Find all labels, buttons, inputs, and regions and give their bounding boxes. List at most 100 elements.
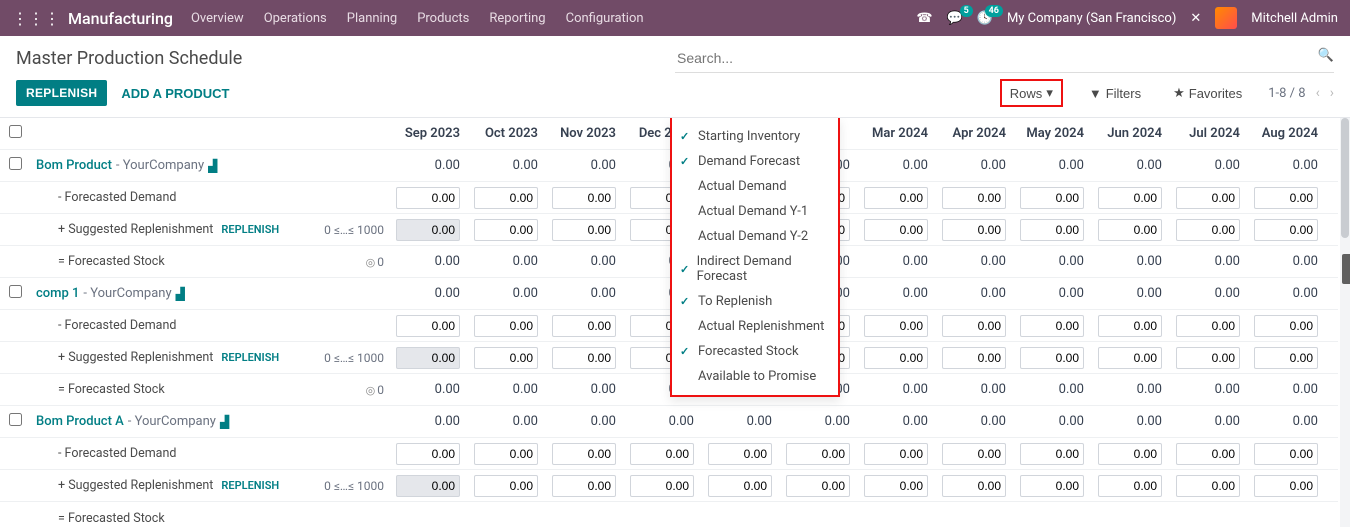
replenish-tag[interactable]: REPLENISH [221,479,279,492]
cell-input[interactable] [942,475,1006,497]
cell-input[interactable] [630,443,694,465]
cell-input[interactable] [864,475,928,497]
cell-input[interactable] [864,219,928,241]
chart-icon[interactable]: ▟ [220,415,229,429]
rows-menu-item[interactable]: ✓Demand Forecast [672,149,838,174]
rows-menu-item[interactable]: Actual Demand Y-2 [672,224,838,249]
product-link[interactable]: Bom Product [36,158,112,173]
cell-input[interactable] [396,475,460,497]
filters-button[interactable]: ▼Filters [1083,82,1147,105]
cell-input[interactable] [1176,347,1240,369]
cell-input[interactable] [474,475,538,497]
nav-products[interactable]: Products [417,11,469,26]
cell-input[interactable] [474,443,538,465]
cell-input[interactable] [786,443,850,465]
product-link[interactable]: Bom Product A [36,414,124,429]
cell-input[interactable] [552,187,616,209]
messages-icon[interactable]: 💬5 [947,11,963,26]
cell-input[interactable] [1254,187,1318,209]
row-checkbox[interactable] [9,413,22,426]
cell-input[interactable] [942,315,1006,337]
replenish-button[interactable]: REPLENISH [16,80,107,106]
rows-dropdown-button[interactable]: Rows▾ [1000,79,1063,107]
user-avatar[interactable] [1215,7,1237,29]
nav-reporting[interactable]: Reporting [489,11,545,26]
cell-input[interactable] [864,187,928,209]
user-name[interactable]: Mitchell Admin [1251,11,1338,26]
vertical-scrollbar-track[interactable] [1340,118,1350,527]
cell-input[interactable] [1020,187,1084,209]
cell-input[interactable] [1254,219,1318,241]
cell-input[interactable] [396,347,460,369]
cell-input[interactable] [1176,475,1240,497]
chart-icon[interactable]: ▟ [176,287,185,301]
vertical-scrollbar-thumb[interactable] [1341,118,1349,238]
cell-input[interactable] [474,187,538,209]
rows-menu-item[interactable]: ✓Indirect Demand Forecast [672,249,838,289]
favorites-button[interactable]: ★Favorites [1167,81,1248,105]
cell-input[interactable] [1176,315,1240,337]
product-link[interactable]: comp 1 [36,286,79,301]
cell-input[interactable] [1176,187,1240,209]
cell-input[interactable] [1098,187,1162,209]
cell-input[interactable] [942,443,1006,465]
cell-input[interactable] [1254,347,1318,369]
cell-input[interactable] [942,219,1006,241]
cell-input[interactable] [1020,347,1084,369]
search-input[interactable] [675,44,1334,73]
cell-input[interactable] [396,219,460,241]
rows-menu-item[interactable]: Available to Promise [672,364,838,389]
cell-input[interactable] [864,443,928,465]
cell-input[interactable] [942,187,1006,209]
row-checkbox[interactable] [9,157,22,170]
rows-menu-item[interactable]: Actual Replenishment [672,314,838,339]
cell-input[interactable] [474,219,538,241]
cell-input[interactable] [1020,315,1084,337]
cell-input[interactable] [1020,219,1084,241]
add-product-button[interactable]: ADD A PRODUCT [121,86,229,101]
side-tab-icon[interactable] [1342,254,1350,284]
chart-icon[interactable]: ▟ [208,159,217,173]
rows-menu-item[interactable]: Actual Demand [672,174,838,199]
row-checkbox[interactable] [9,285,22,298]
cell-input[interactable] [1176,219,1240,241]
replenish-tag[interactable]: REPLENISH [221,223,279,236]
company-switcher[interactable]: My Company (San Francisco) [1007,11,1176,26]
cell-input[interactable] [630,475,694,497]
pager-prev-icon[interactable]: ‹ [1316,85,1320,101]
cell-input[interactable] [1254,475,1318,497]
cell-input[interactable] [474,347,538,369]
nav-planning[interactable]: Planning [347,11,397,26]
cell-input[interactable] [552,219,616,241]
select-all-checkbox[interactable] [9,125,22,138]
cell-input[interactable] [786,475,850,497]
cell-input[interactable] [708,443,772,465]
cell-input[interactable] [1176,443,1240,465]
cell-input[interactable] [552,475,616,497]
apps-icon[interactable]: ⋮⋮⋮ [12,9,60,28]
cell-input[interactable] [864,347,928,369]
cell-input[interactable] [396,315,460,337]
cell-input[interactable] [942,347,1006,369]
cell-input[interactable] [1098,347,1162,369]
cell-input[interactable] [1020,443,1084,465]
cell-input[interactable] [1020,475,1084,497]
rows-menu-item[interactable]: ✓Forecasted Stock [672,339,838,364]
nav-operations[interactable]: Operations [264,11,327,26]
nav-configuration[interactable]: Configuration [566,11,644,26]
pager-next-icon[interactable]: › [1330,85,1334,101]
debug-icon[interactable]: ✕ [1190,11,1201,26]
cell-input[interactable] [708,475,772,497]
nav-overview[interactable]: Overview [191,11,244,26]
cell-input[interactable] [864,315,928,337]
cell-input[interactable] [396,443,460,465]
cell-input[interactable] [1254,315,1318,337]
cell-input[interactable] [1098,315,1162,337]
cell-input[interactable] [1098,219,1162,241]
rows-menu-item[interactable]: ✓To Replenish [672,289,838,314]
cell-input[interactable] [1254,443,1318,465]
cell-input[interactable] [1098,443,1162,465]
cell-input[interactable] [552,347,616,369]
replenish-tag[interactable]: REPLENISH [221,351,279,364]
cell-input[interactable] [552,443,616,465]
